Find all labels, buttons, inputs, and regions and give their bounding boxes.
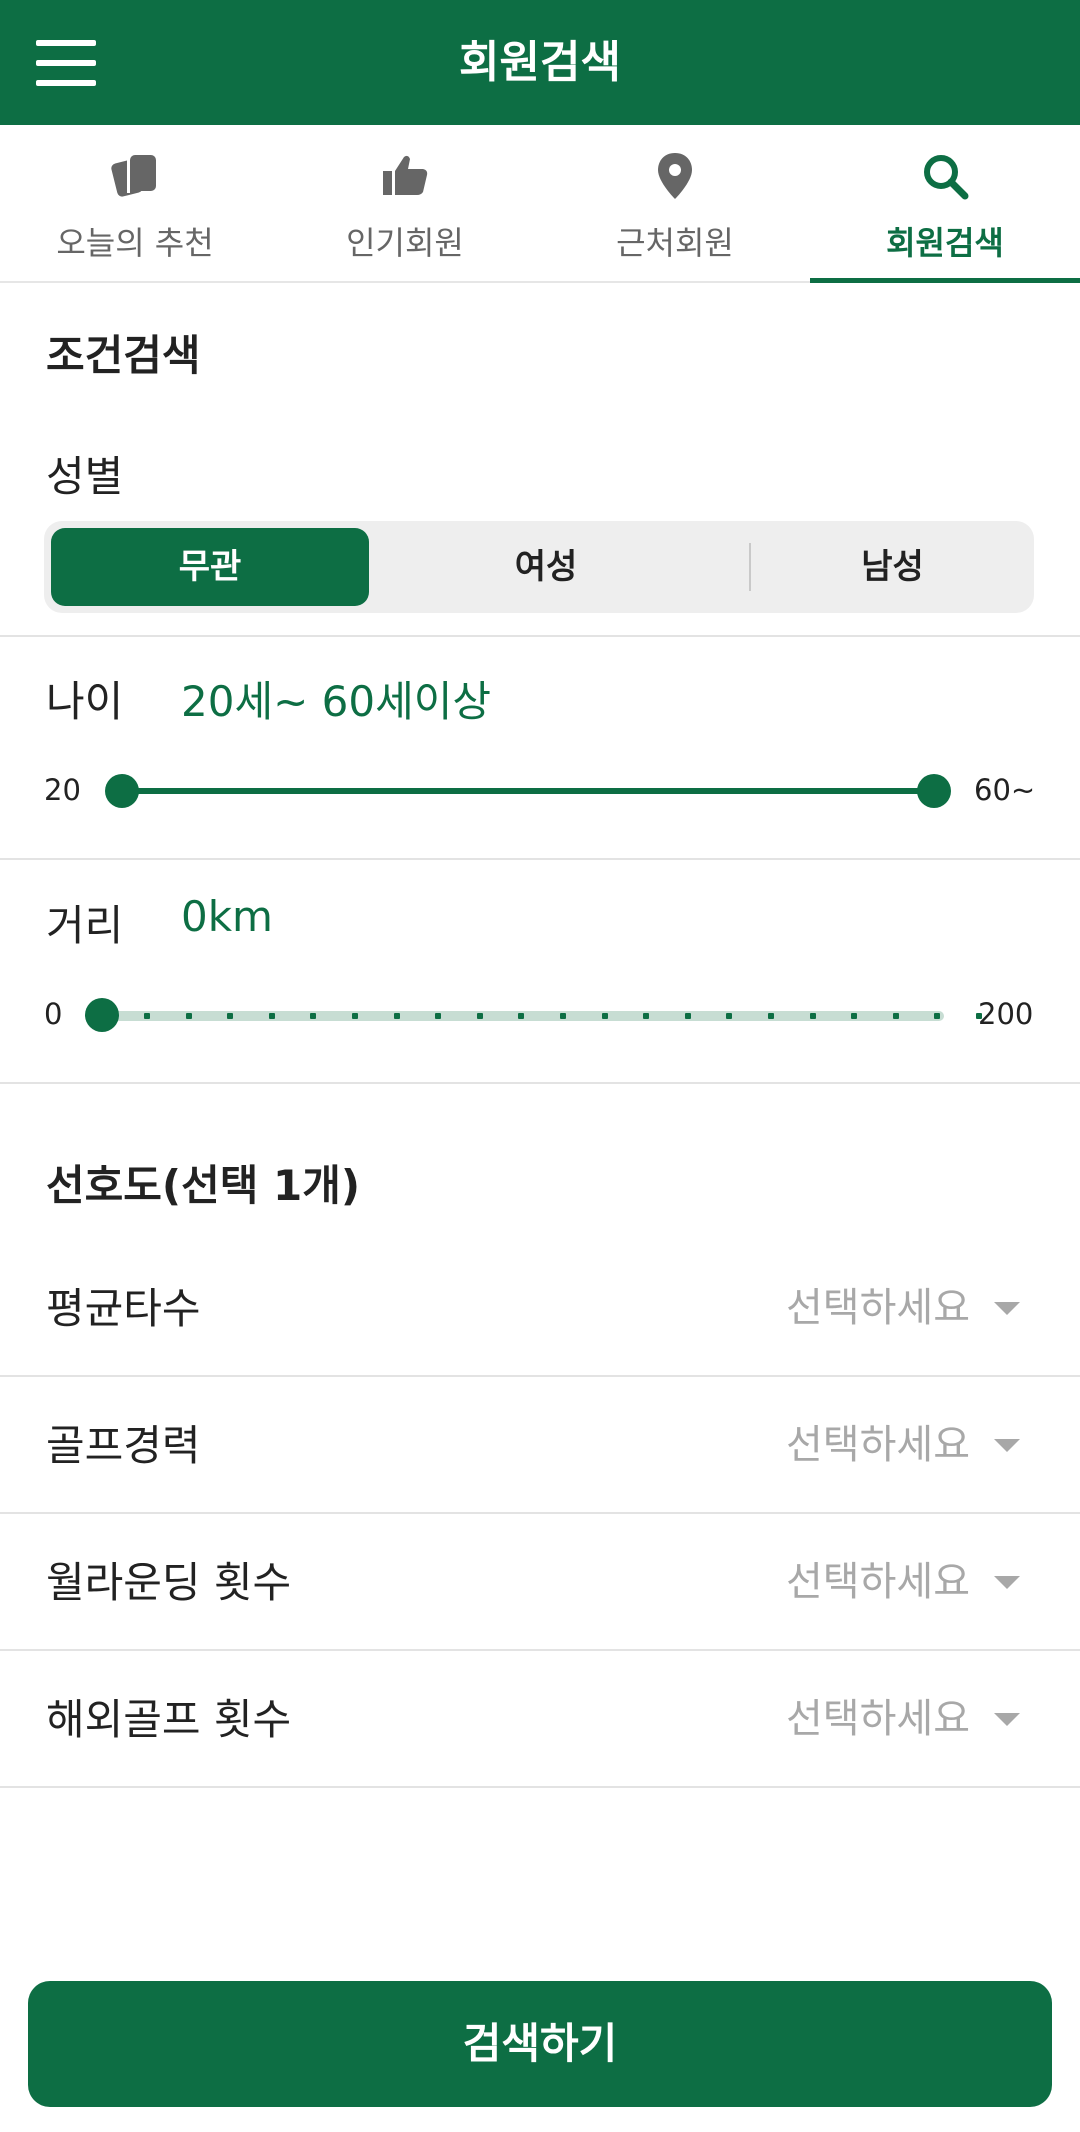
distance-tick — [352, 1013, 358, 1019]
distance-label: 거리 — [46, 901, 124, 950]
distance-tick — [726, 1013, 733, 1019]
condition-search-title: 조건검색 — [46, 331, 201, 380]
distance-tick — [892, 1013, 899, 1019]
preference-dropdown[interactable]: 선택하세요 — [786, 1651, 1020, 1788]
dropdown-placeholder: 선택하세요 — [786, 1696, 970, 1742]
tab-label: 인기회원 — [346, 224, 464, 262]
preference-dropdown[interactable]: 선택하세요 — [786, 1240, 1020, 1377]
distance-max-label: 200 — [978, 997, 1034, 1031]
distance-tick — [518, 1013, 525, 1019]
tab-today-recommend[interactable]: 오늘의 추천 — [0, 125, 270, 281]
gender-segmented-control: 무관 여성 남성 — [44, 521, 1034, 613]
distance-tick — [476, 1013, 483, 1019]
age-value: 20세~ 60세이상 — [181, 677, 491, 726]
caret-down-icon — [994, 1713, 1020, 1726]
distance-tick — [934, 1013, 941, 1019]
distance-tick — [185, 1013, 192, 1019]
divider — [0, 635, 1080, 637]
page-title: 회원검색 — [459, 37, 621, 88]
gender-option-any[interactable]: 무관 — [51, 528, 369, 606]
distance-tick — [393, 1013, 400, 1019]
preference-label: 골프경력 — [46, 1421, 201, 1470]
caret-down-icon — [994, 1439, 1020, 1452]
gender-option-female[interactable]: 여성 — [384, 521, 708, 613]
distance-tick — [268, 1013, 275, 1019]
preference-row-monthly-rounds[interactable]: 월라운딩 횟수 선택하세요 — [0, 1514, 1080, 1651]
preference-label: 평균타수 — [46, 1284, 201, 1333]
age-max-label: 60~ — [974, 773, 1036, 807]
preferences-title: 선호도(선택 1개) — [46, 1161, 361, 1210]
distance-tick — [227, 1013, 234, 1019]
tab-member-search[interactable]: 회원검색 — [810, 125, 1080, 283]
dropdown-placeholder: 선택하세요 — [786, 1422, 970, 1468]
cards-icon — [111, 153, 156, 197]
distance-tick — [684, 1013, 691, 1019]
distance-min-label: 0 — [44, 997, 63, 1031]
distance-value: 0km — [181, 892, 273, 941]
age-max-thumb[interactable] — [917, 774, 951, 808]
top-tab-bar: 오늘의 추천 인기회원 근처회원 회원검색 — [0, 125, 1080, 283]
app-bar: 회원검색 — [0, 0, 1080, 125]
distance-tick — [601, 1013, 608, 1019]
tab-label: 회원검색 — [886, 224, 1004, 262]
age-min-thumb[interactable] — [105, 774, 139, 808]
preference-label: 해외골프 횟수 — [46, 1695, 292, 1744]
distance-tick — [144, 1013, 150, 1019]
preference-row-golf-experience[interactable]: 골프경력 선택하세요 — [0, 1377, 1080, 1514]
caret-down-icon — [994, 1576, 1020, 1589]
divider — [0, 1082, 1080, 1084]
gender-option-male[interactable]: 남성 — [751, 521, 1034, 613]
distance-tick — [643, 1013, 650, 1019]
search-icon — [924, 155, 969, 200]
distance-tick — [809, 1013, 816, 1019]
preference-dropdown[interactable]: 선택하세요 — [786, 1377, 1020, 1514]
age-min-label: 20 — [44, 773, 81, 807]
distance-tick — [560, 1013, 566, 1019]
dropdown-placeholder: 선택하세요 — [786, 1559, 970, 1605]
tab-popular-members[interactable]: 인기회원 — [270, 125, 540, 281]
age-range-track[interactable] — [122, 788, 934, 794]
tab-label: 오늘의 추천 — [56, 224, 214, 262]
distance-tick — [435, 1013, 442, 1019]
distance-tick — [310, 1013, 317, 1019]
tab-label: 근처회원 — [616, 224, 734, 262]
distance-thumb[interactable] — [85, 998, 119, 1032]
location-pin-icon — [658, 153, 692, 199]
dropdown-placeholder: 선택하세요 — [786, 1285, 970, 1331]
thumbs-up-icon — [383, 155, 428, 195]
divider — [0, 858, 1080, 860]
preference-label: 월라운딩 횟수 — [46, 1558, 292, 1607]
preference-row-overseas-golf[interactable]: 해외골프 횟수 선택하세요 — [0, 1651, 1080, 1788]
active-tab-indicator — [810, 278, 1080, 283]
distance-tick — [851, 1013, 858, 1019]
caret-down-icon — [994, 1302, 1020, 1315]
tab-nearby-members[interactable]: 근처회원 — [540, 125, 810, 281]
search-button[interactable]: 검색하기 — [28, 1981, 1052, 2107]
age-label: 나이 — [46, 677, 124, 726]
preference-dropdown[interactable]: 선택하세요 — [786, 1514, 1020, 1651]
gender-label: 성별 — [46, 452, 124, 501]
preference-row-average-score[interactable]: 평균타수 선택하세요 — [0, 1240, 1080, 1377]
distance-tick — [768, 1013, 774, 1019]
